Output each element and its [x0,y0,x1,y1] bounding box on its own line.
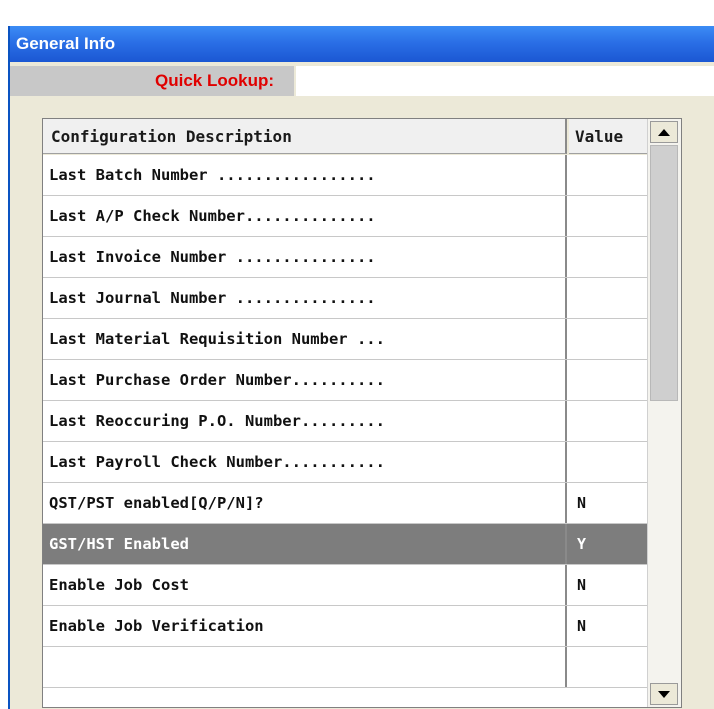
cell-description: Last Payroll Check Number........... [43,442,567,482]
cell-description: Last Batch Number ................. [43,155,567,195]
cell-value[interactable] [569,360,647,400]
grid-rows: Last Batch Number ................. Last … [43,155,647,688]
table-row[interactable]: GST/HST Enabled Y [43,524,647,565]
cell-description: Enable Job Verification [43,606,567,646]
cell-description [43,647,567,687]
table-row[interactable]: Last Payroll Check Number........... [43,442,647,483]
cell-description: Last A/P Check Number.............. [43,196,567,236]
triangle-up-icon [658,128,670,136]
cell-description: GST/HST Enabled [43,524,567,564]
table-row[interactable]: QST/PST enabled[Q/P/N]? N [43,483,647,524]
quick-lookup-label: Quick Lookup: [10,66,294,96]
cell-value[interactable]: N [569,606,647,646]
cell-value[interactable] [569,155,647,195]
general-info-window: General Info Quick Lookup: Configuration… [8,26,714,709]
grid-header: Configuration Description Value [43,119,681,155]
cell-value[interactable] [569,401,647,441]
table-row[interactable]: Last Invoice Number ............... [43,237,647,278]
table-row[interactable]: Last Reoccuring P.O. Number......... [43,401,647,442]
cell-value[interactable]: N [569,565,647,605]
cell-value[interactable] [569,278,647,318]
scroll-up-button[interactable] [650,121,678,143]
table-row[interactable]: Last Material Requisition Number ... [43,319,647,360]
table-row[interactable]: Last Purchase Order Number.......... [43,360,647,401]
scroll-down-button[interactable] [650,683,678,705]
cell-value[interactable] [569,237,647,277]
cell-value[interactable] [569,442,647,482]
window-title: General Info [10,26,714,62]
cell-description: Last Invoice Number ............... [43,237,567,277]
cell-description: Last Purchase Order Number.......... [43,360,567,400]
table-row[interactable]: Last Batch Number ................. [43,155,647,196]
table-row[interactable]: Enable Job Verification N [43,606,647,647]
cell-value[interactable] [569,196,647,236]
quick-lookup-input[interactable] [296,66,714,96]
cell-value[interactable] [569,647,647,687]
scroll-thumb[interactable] [650,145,678,401]
cell-value[interactable]: Y [569,524,647,564]
quick-lookup-row: Quick Lookup: [10,66,714,96]
cell-description: Enable Job Cost [43,565,567,605]
table-row[interactable]: Last Journal Number ............... [43,278,647,319]
cell-description: Last Journal Number ............... [43,278,567,318]
configuration-grid: Configuration Description Value Last Bat… [42,118,682,708]
cell-description: Last Reoccuring P.O. Number......... [43,401,567,441]
column-header-value[interactable]: Value [569,119,647,154]
cell-value[interactable] [569,319,647,359]
table-row[interactable] [43,647,647,688]
column-header-description[interactable]: Configuration Description [43,119,567,154]
cell-value[interactable]: N [569,483,647,523]
vertical-scrollbar[interactable] [647,119,681,707]
cell-description: Last Material Requisition Number ... [43,319,567,359]
table-row[interactable]: Last A/P Check Number.............. [43,196,647,237]
triangle-down-icon [658,690,670,698]
cell-description: QST/PST enabled[Q/P/N]? [43,483,567,523]
table-row[interactable]: Enable Job Cost N [43,565,647,606]
